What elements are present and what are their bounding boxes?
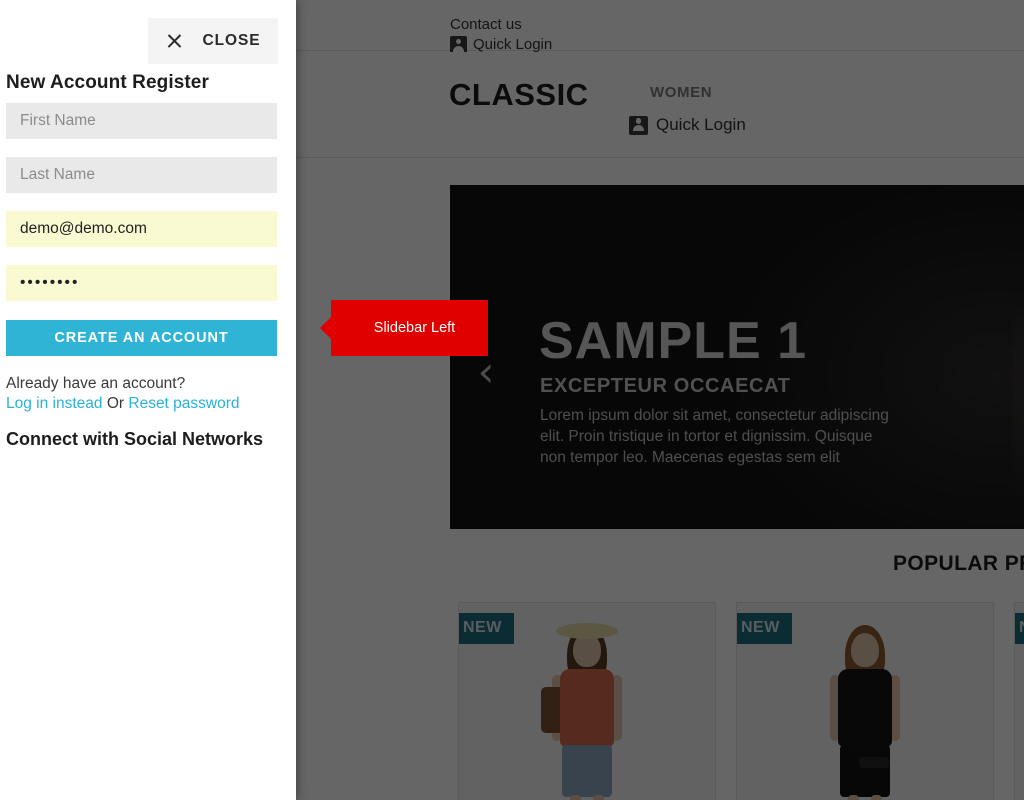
reset-password-link[interactable]: Reset password xyxy=(128,395,239,412)
already-have-account-text: Already have an account? xyxy=(6,375,186,392)
social-networks-heading: Connect with Social Networks xyxy=(6,429,264,449)
register-panel: CLOSE New Account Register CREATE AN ACC… xyxy=(0,0,296,800)
log-in-instead-link[interactable]: Log in instead xyxy=(6,395,103,412)
close-button[interactable]: CLOSE xyxy=(148,18,278,64)
close-button-label: CLOSE xyxy=(202,32,261,49)
email-field[interactable] xyxy=(6,211,277,247)
page-title: New Account Register xyxy=(6,72,209,93)
password-field[interactable] xyxy=(6,265,277,301)
account-links: Log in instead Or Reset password xyxy=(6,395,240,413)
slidebar-left-tab-label: Slidebar Left xyxy=(373,320,456,336)
or-text: Or xyxy=(106,395,125,412)
first-name-input[interactable] xyxy=(6,103,277,139)
create-account-button[interactable]: CREATE AN ACCOUNT xyxy=(6,320,277,356)
slidebar-left-tab[interactable]: Slidebar Left xyxy=(320,300,488,356)
last-name-input[interactable] xyxy=(6,157,277,193)
close-icon xyxy=(166,33,183,50)
